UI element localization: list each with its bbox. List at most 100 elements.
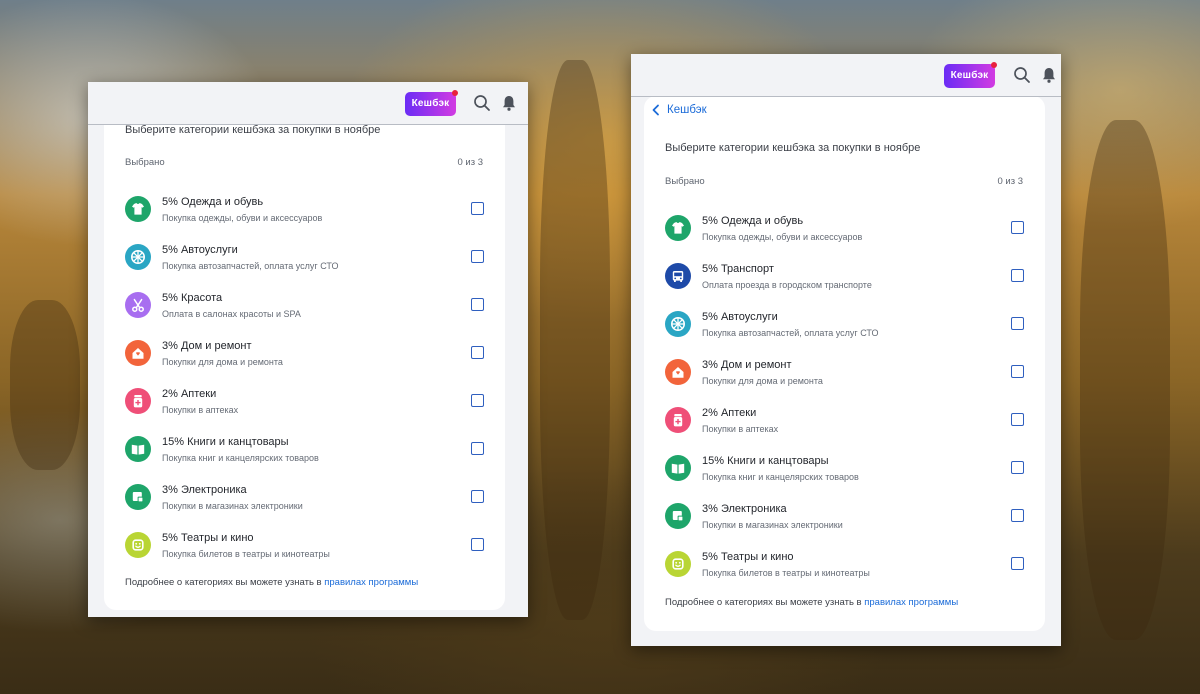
category-checkbox[interactable] [471,298,484,311]
category-checkbox[interactable] [471,346,484,359]
footer-note: Подробнее о категориях вы можете узнать … [125,577,418,588]
cashback-label: Кешбэк [950,70,989,81]
category-checkbox[interactable] [1011,461,1024,474]
category-item[interactable]: 5% Одежда и обувь Покупка одежды, обуви и… [104,192,505,240]
selected-count: 0 из 3 [997,176,1023,187]
search-icon[interactable] [473,94,491,112]
cashback-button[interactable]: Кешбэк [944,62,997,88]
notification-dot [991,62,997,68]
cashback-card: Выберите категории кешбэка за покупки в … [104,112,505,610]
category-name: 5% Красота [162,292,223,304]
smile-icon [125,532,151,558]
category-description: Оплата проезда в городском транспорте [702,280,872,290]
left-window: Кешбэк Выберите категории кешбэка за пок… [88,82,528,617]
category-checkbox[interactable] [1011,269,1024,282]
category-name: 3% Дом и ремонт [702,359,792,371]
selected-count: 0 из 3 [457,157,483,168]
tshirt-icon [125,196,151,222]
category-item[interactable]: 15% Книги и канцтовары Покупка книг и кан… [104,432,505,480]
category-item[interactable]: 5% Театры и кино Покупка билетов в театры… [644,547,1045,595]
category-name: 3% Дом и ремонт [162,340,252,352]
category-name: 5% Автоуслуги [702,311,778,323]
card-title: Выберите категории кешбэка за покупки в … [665,142,921,154]
category-item[interactable]: 5% Красота Оплата в салонах красоты и SPA [104,288,505,336]
background-tree [10,300,80,470]
category-name: 2% Аптеки [162,388,217,400]
house-icon [665,359,691,385]
category-description: Покупка одежды, обуви и аксессуаров [162,213,323,223]
footer-text: Подробнее о категориях вы можете узнать … [665,597,865,608]
category-checkbox[interactable] [1011,221,1024,234]
category-name: 2% Аптеки [702,407,757,419]
wheel-icon [125,244,151,270]
top-bar: Кешбэк [88,82,528,125]
category-checkbox[interactable] [471,538,484,551]
category-item[interactable]: 3% Электроника Покупки в магазинах электр… [104,480,505,528]
rules-link[interactable]: правилах программы [324,577,418,588]
category-name: 15% Книги и канцтовары [702,455,829,467]
category-item[interactable]: 2% Аптеки Покупки в аптеках [644,403,1045,451]
category-description: Покупки в аптеках [162,405,239,415]
cashback-card: Выберите категории кешбэка за покупки в … [644,96,1045,631]
cashback-label: Кешбэк [411,98,450,109]
category-name: 5% Театры и кино [162,532,254,544]
category-item[interactable]: 2% Аптеки Покупки в аптеках [104,384,505,432]
selected-label: Выбрано [665,176,705,187]
house-icon [125,340,151,366]
category-checkbox[interactable] [1011,509,1024,522]
category-name: 15% Книги и канцтовары [162,436,289,448]
category-item[interactable]: 15% Книги и канцтовары Покупка книг и кан… [644,451,1045,499]
back-link[interactable]: Кешбэк [651,101,707,119]
scissors-icon [125,292,151,318]
tshirt-icon [665,215,691,241]
category-checkbox[interactable] [471,202,484,215]
category-name: 5% Одежда и обувь [162,196,264,208]
back-label: Кешбэк [667,104,707,116]
bell-icon[interactable] [1040,66,1058,84]
smile-icon [665,551,691,577]
category-description: Покупки для дома и ремонта [702,376,823,386]
category-description: Покупки в магазинах электроники [162,501,303,511]
rules-link[interactable]: правилах программы [864,597,958,608]
cashback-button[interactable]: Кешбэк [405,90,458,116]
category-description: Покупка одежды, обуви и аксессуаров [702,232,863,242]
category-checkbox[interactable] [1011,413,1024,426]
category-item[interactable]: 3% Дом и ремонт Покупки для дома и ремонт… [104,336,505,384]
background-tree [540,60,610,620]
category-name: 5% Транспорт [702,263,774,275]
category-checkbox[interactable] [471,394,484,407]
category-item[interactable]: 5% Одежда и обувь Покупка одежды, обуви и… [644,211,1045,259]
category-item[interactable]: 3% Дом и ремонт Покупки для дома и ремонт… [644,355,1045,403]
category-checkbox[interactable] [1011,557,1024,570]
category-description: Покупка автозапчастей, оплата услуг СТО [702,328,879,338]
bell-icon[interactable] [500,94,518,112]
category-checkbox[interactable] [471,442,484,455]
book-icon [665,455,691,481]
category-description: Покупка книг и канцелярских товаров [702,472,859,482]
category-checkbox[interactable] [1011,365,1024,378]
category-name: 5% Театры и кино [702,551,794,563]
footer-text: Подробнее о категориях вы можете узнать … [125,577,325,588]
category-item[interactable]: 3% Электроника Покупки в магазинах электр… [644,499,1045,547]
top-bar: Кешбэк [631,54,1061,97]
electronics-icon [125,484,151,510]
category-item[interactable]: 5% Театры и кино Покупка билетов в театры… [104,528,505,576]
category-item[interactable]: 5% Автоуслуги Покупка автозапчастей, опла… [104,240,505,288]
bus-icon [665,263,691,289]
right-window: Кешбэк Выберите категории кешбэка за пок… [631,54,1061,646]
category-checkbox[interactable] [471,250,484,263]
category-item[interactable]: 5% Транспорт Оплата проезда в городском т… [644,259,1045,307]
search-icon[interactable] [1013,66,1031,84]
wheel-icon [665,311,691,337]
category-description: Покупка книг и канцелярских товаров [162,453,319,463]
category-checkbox[interactable] [471,490,484,503]
category-checkbox[interactable] [1011,317,1024,330]
card-title: Выберите категории кешбэка за покупки в … [125,124,381,136]
medicine-icon [665,407,691,433]
category-item[interactable]: 5% Автоуслуги Покупка автозапчастей, опла… [644,307,1045,355]
category-name: 3% Электроника [162,484,247,496]
category-description: Покупки в магазинах электроники [702,520,843,530]
category-description: Покупки для дома и ремонта [162,357,283,367]
category-description: Оплата в салонах красоты и SPA [162,309,301,319]
category-description: Покупка автозапчастей, оплата услуг СТО [162,261,339,271]
